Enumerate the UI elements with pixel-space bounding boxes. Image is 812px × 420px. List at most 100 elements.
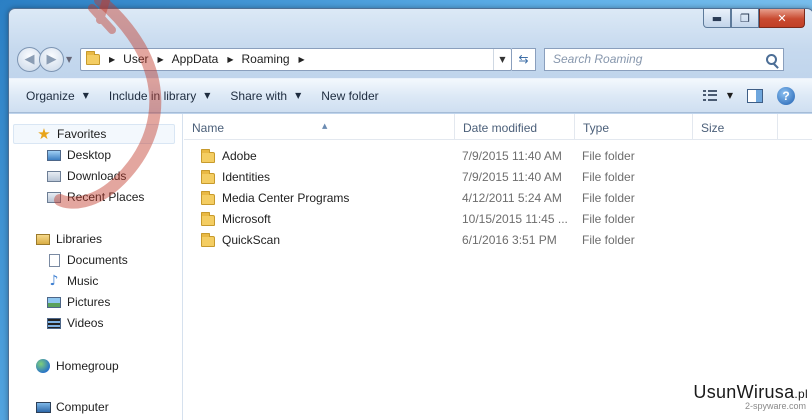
watermark: UsunWirusa.pl 2-spyware.com (678, 382, 808, 411)
file-name: Adobe (222, 149, 257, 163)
column-header-type[interactable]: Type (575, 114, 693, 140)
refresh-button[interactable]: ⇆ (512, 47, 536, 71)
chevron-down-icon: ▼ (295, 91, 302, 100)
table-row[interactable]: QuickScan 6/1/2016 3:51 PM File folder (184, 230, 812, 251)
file-name: Media Center Programs (222, 191, 350, 205)
folder-icon (201, 233, 215, 247)
sidebar-item-documents[interactable]: Documents (46, 250, 128, 270)
file-type: File folder (582, 191, 635, 205)
sidebar-item-libraries[interactable]: Libraries (35, 229, 102, 249)
sidebar-item-music[interactable]: ♪ Music (46, 271, 99, 291)
sidebar-item-label: Libraries (56, 232, 103, 246)
breadcrumb-separator-icon[interactable]: ▶ (227, 55, 233, 64)
music-icon: ♪ (49, 273, 59, 289)
folder-icon (201, 212, 215, 226)
sidebar-item-favorites[interactable]: ★ Favorites (13, 124, 175, 144)
table-row[interactable]: Adobe 7/9/2015 11:40 AM File folder (184, 146, 812, 167)
sidebar-item-downloads[interactable]: Downloads (46, 166, 126, 186)
organize-label: Organize (26, 88, 75, 103)
help-icon[interactable]: ? (777, 86, 795, 105)
column-header-date-modified[interactable]: Date modified (455, 114, 575, 140)
sidebar-item-label: Computer (56, 400, 109, 414)
new-folder-button[interactable]: New folder (311, 79, 388, 112)
table-row[interactable]: Identities 7/9/2015 11:40 AM File folder (184, 167, 812, 188)
address-bar[interactable]: ▶ User ▶ AppData ▶ Roaming ▶ ▼ (80, 47, 512, 71)
file-name: Identities (222, 170, 271, 184)
table-row[interactable]: Microsoft 10/15/2015 11:45 ... File fold… (184, 209, 812, 230)
address-history-dropdown[interactable]: ▼ (493, 48, 511, 70)
minimize-button[interactable]: ▬ (703, 9, 731, 28)
navigation-row: ◀ ▶ ▼ ▶ User ▶ AppData ▶ Roaming ▶ ▼ ⇆ S… (17, 45, 807, 73)
explorer-window: ▬ ❐ ✕ ◀ ▶ ▼ ▶ User ▶ AppData ▶ Roaming ▶… (8, 8, 812, 420)
close-button[interactable]: ✕ (759, 9, 805, 28)
preview-pane-icon[interactable] (747, 88, 763, 103)
sidebar-item-pictures[interactable]: Pictures (46, 292, 110, 312)
include-in-library-button[interactable]: Include in library ▼ (99, 79, 221, 112)
forward-button[interactable]: ▶ (39, 46, 64, 72)
folder-icon (86, 50, 100, 65)
organize-button[interactable]: Organize ▼ (9, 79, 99, 112)
breadcrumb-separator-icon[interactable]: ▶ (158, 55, 164, 64)
sidebar-item-label: Homegroup (56, 359, 119, 373)
breadcrumb-separator-icon[interactable]: ▶ (299, 55, 305, 64)
refresh-icon: ⇆ (518, 52, 529, 66)
change-view-button[interactable]: ▼ (702, 90, 733, 101)
star-icon: ★ (37, 125, 51, 143)
file-type: File folder (582, 212, 635, 226)
sidebar-item-label: Favorites (57, 127, 107, 141)
folder-icon (201, 170, 215, 184)
file-date: 10/15/2015 11:45 ... (462, 212, 568, 226)
content-area: ★ Favorites Desktop Downloads Recent Pla… (9, 114, 812, 420)
breadcrumb-roaming[interactable]: Roaming (242, 52, 290, 66)
downloads-icon (47, 170, 61, 182)
homegroup-icon (36, 359, 50, 373)
libraries-icon (36, 233, 50, 245)
folder-icon (201, 191, 215, 205)
sidebar-item-label: Recent Places (67, 190, 145, 204)
chevron-down-icon: ▼ (82, 91, 89, 100)
column-header-name[interactable]: ▲ Name (184, 114, 455, 140)
file-name: QuickScan (222, 233, 281, 247)
sidebar-item-label: Music (67, 274, 99, 288)
chevron-down-icon: ▼ (204, 91, 211, 100)
file-type: File folder (582, 233, 635, 247)
new-folder-label: New folder (321, 88, 379, 103)
chevron-down-icon: ▼ (726, 91, 733, 100)
breadcrumb-user[interactable]: User (123, 52, 148, 66)
search-icon[interactable] (766, 53, 777, 65)
sidebar-item-videos[interactable]: Videos (46, 313, 103, 333)
file-date: 7/9/2015 11:40 AM (462, 170, 562, 184)
file-date: 6/1/2016 3:51 PM (462, 233, 557, 247)
file-type: File folder (582, 149, 635, 163)
caption-buttons: ▬ ❐ ✕ (703, 9, 805, 28)
watermark-suffix: .pl (794, 387, 808, 401)
sidebar-item-computer[interactable]: Computer (35, 397, 109, 417)
file-list: ▲ Name Date modified Type Size Adobe 7/9… (184, 114, 812, 420)
share-with-button[interactable]: Share with ▼ (220, 79, 311, 112)
search-input[interactable]: Search Roaming (544, 47, 784, 71)
breadcrumb-separator-icon[interactable]: ▶ (109, 55, 115, 64)
desktop-icon (47, 149, 61, 161)
maximize-button[interactable]: ❐ (731, 9, 759, 28)
breadcrumb-appdata[interactable]: AppData (172, 52, 219, 66)
file-type: File folder (582, 170, 635, 184)
views-icon (702, 90, 717, 101)
file-date: 7/9/2015 11:40 AM (462, 149, 562, 163)
watermark-main: UsunWirusa (693, 382, 795, 402)
navigation-pane: ★ Favorites Desktop Downloads Recent Pla… (9, 114, 183, 420)
sidebar-item-label: Pictures (67, 295, 111, 309)
table-row[interactable]: Media Center Programs 4/12/2011 5:24 AM … (184, 188, 812, 209)
sidebar-item-desktop[interactable]: Desktop (46, 145, 111, 165)
sidebar-item-label: Downloads (67, 169, 127, 183)
toolbar-right-group: ▼ ? (702, 86, 812, 105)
computer-icon (35, 401, 51, 413)
folder-icon (201, 149, 215, 163)
sidebar-item-recent-places[interactable]: Recent Places (46, 187, 144, 207)
column-header-size[interactable]: Size (693, 114, 778, 140)
recent-pages-dropdown[interactable]: ▼ (66, 55, 76, 64)
pictures-icon (47, 296, 61, 308)
sidebar-item-homegroup[interactable]: Homegroup (35, 356, 119, 376)
sidebar-item-label: Desktop (67, 148, 112, 162)
share-with-label: Share with (230, 88, 288, 103)
sidebar-item-label: Documents (67, 253, 128, 267)
